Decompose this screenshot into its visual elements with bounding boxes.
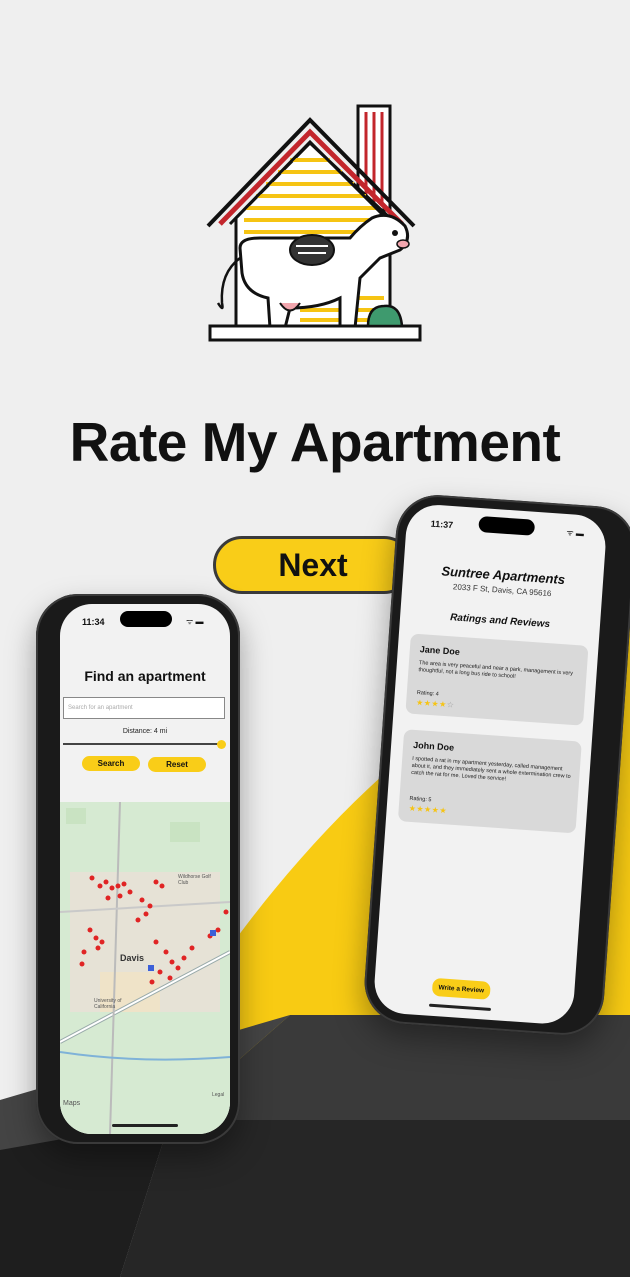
review-text: The area is very peaceful and near a par… <box>418 660 574 680</box>
star-rating: ★★★★★ <box>408 803 448 816</box>
map-legal-link[interactable]: Legal <box>212 1092 224 1098</box>
distance-slider-knob[interactable] <box>217 740 226 749</box>
map-city-label: Davis <box>120 953 145 963</box>
dynamic-island <box>120 611 172 627</box>
next-button[interactable]: Next <box>213 536 413 594</box>
right-phone-frame: 11:37 ᯤ ▬ Suntree Apartments 2033 F St, … <box>361 492 630 1038</box>
search-button[interactable]: Search <box>82 756 140 771</box>
find-apartment-title: Find an apartment <box>84 668 206 684</box>
map-view[interactable]: Davis University of California Wildhorse… <box>60 802 230 1134</box>
wifi-battery-icon: ᯤ ▬ <box>186 617 204 626</box>
distance-slider-track[interactable] <box>63 743 221 745</box>
search-input[interactable]: Search for an apartment <box>63 697 225 719</box>
status-time: 11:37 <box>430 518 454 531</box>
wifi-battery-icon: ᯤ ▬ <box>566 528 585 539</box>
right-phone-group: 11:37 ᯤ ▬ Suntree Apartments 2033 F St, … <box>361 492 630 1038</box>
review-text: I spotted a rat in my apartment yesterda… <box>411 755 571 783</box>
reviewer-name: Jane Doe <box>419 644 461 657</box>
review-card: John Doe I spotted a rat in my apartment… <box>397 729 582 834</box>
left-phone-frame: 11:34 ᯤ ▬ Find an apartment Search for a… <box>36 594 240 1144</box>
write-review-button[interactable]: Write a Review <box>431 977 491 1000</box>
right-phone-screen: 11:37 ᯤ ▬ Suntree Apartments 2033 F St, … <box>372 502 608 1026</box>
promo-stage: Rate My Apartment Next 11:34 ᯤ ▬ Find an… <box>0 0 630 1277</box>
home-indicator <box>112 1124 178 1127</box>
distance-label: Distance: 4 mi <box>122 728 168 735</box>
dynamic-island <box>478 515 536 536</box>
map-graphic <box>60 802 230 1134</box>
map-poi-golf: Wildhorse Golf Club <box>178 874 211 886</box>
reviewer-name: John Doe <box>412 739 455 753</box>
reviews-section-title: Ratings and Reviews <box>449 612 551 631</box>
status-time: 11:34 <box>82 617 105 627</box>
map-poi-university: University of California <box>94 998 122 1010</box>
star-rating: ★★★★☆ <box>415 698 455 710</box>
left-phone-screen: 11:34 ᯤ ▬ Find an apartment Search for a… <box>60 604 230 1134</box>
review-card: Jane Doe The area is very peaceful and n… <box>405 633 589 726</box>
home-indicator <box>428 1003 492 1011</box>
maps-watermark: Maps <box>63 1100 81 1107</box>
empty-star-icon: ☆ <box>446 700 455 710</box>
barn-cow-logo <box>206 104 422 342</box>
review-rating-label: Rating: 5 <box>409 795 432 804</box>
app-title: Rate My Apartment <box>69 411 561 473</box>
reset-button[interactable]: Reset <box>148 757 206 772</box>
review-rating-label: Rating: 4 <box>416 690 439 698</box>
